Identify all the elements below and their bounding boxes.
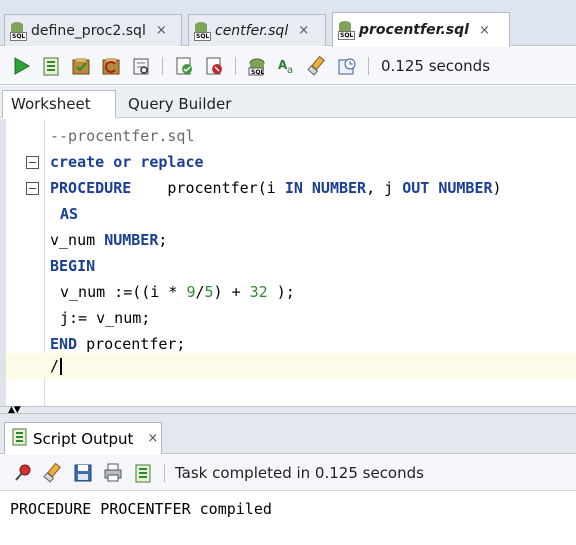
close-icon[interactable]: × bbox=[147, 431, 158, 446]
toolbar-separator bbox=[235, 56, 236, 75]
run-script-icon[interactable] bbox=[40, 55, 62, 77]
code-line-2: − create or replace bbox=[6, 150, 576, 175]
output-toolbar: Task completed in 0.125 seconds bbox=[0, 455, 576, 491]
close-icon[interactable]: × bbox=[156, 23, 167, 38]
output-tab-bar: Script Output × bbox=[0, 414, 576, 454]
comment: --procentfer.sql bbox=[50, 127, 195, 145]
code-line-8: j:= v_num; bbox=[6, 306, 576, 331]
code-line-4: AS bbox=[6, 202, 576, 227]
number: 32 bbox=[249, 283, 268, 301]
close-icon[interactable]: × bbox=[479, 23, 490, 38]
terminator: / bbox=[50, 357, 60, 375]
tab-script-output[interactable]: Script Output × bbox=[4, 422, 162, 454]
tab-procentfer[interactable]: SQL procentfer.sql × bbox=[332, 12, 510, 47]
punctuation: ) bbox=[492, 179, 502, 197]
tab-query-builder[interactable]: Query Builder bbox=[120, 90, 239, 118]
close-icon[interactable]: × bbox=[298, 23, 309, 38]
code-editor[interactable]: --procentfer.sql − create or replace − P… bbox=[0, 119, 576, 406]
identifier: procentfer(i bbox=[167, 179, 285, 197]
code-line-6: BEGIN bbox=[6, 254, 576, 279]
run-statement-icon[interactable] bbox=[10, 55, 32, 77]
punctuation: ; bbox=[158, 231, 168, 249]
tab-label: Script Output bbox=[33, 429, 134, 448]
run-output-icon[interactable] bbox=[132, 462, 154, 484]
text-cursor bbox=[60, 358, 63, 375]
sql-file-icon: SQL bbox=[9, 21, 29, 41]
format-case-icon[interactable]: Aa bbox=[276, 55, 298, 77]
sql-file-icon: SQL bbox=[337, 20, 357, 40]
code-line-7: v_num :=((i * 9/5) + 32 ); bbox=[6, 280, 576, 305]
code-line-5: v_num NUMBER; bbox=[6, 228, 576, 253]
tab-label: centfer.sql bbox=[215, 22, 289, 39]
save-icon[interactable] bbox=[72, 462, 94, 484]
identifier: , j bbox=[366, 179, 403, 197]
keyword: replace bbox=[140, 153, 204, 171]
keyword: or bbox=[113, 153, 132, 171]
worksheet-tab-bar: Worksheet Query Builder bbox=[0, 86, 576, 118]
code-line-10: / bbox=[6, 353, 576, 379]
sql-tuning-icon[interactable] bbox=[203, 55, 225, 77]
worksheet-toolbar: SQL Aa 0.125 seconds bbox=[0, 47, 576, 85]
statement: j:= v_num; bbox=[60, 309, 151, 327]
expression: ); bbox=[267, 283, 295, 301]
keyword: AS bbox=[60, 205, 79, 223]
sql-file-icon: SQL bbox=[193, 21, 213, 41]
expression: v_num :=((i * bbox=[60, 283, 187, 301]
autotrace-icon[interactable] bbox=[130, 55, 152, 77]
task-status: Task completed in 0.125 seconds bbox=[175, 463, 424, 482]
code-line-1: --procentfer.sql bbox=[6, 124, 576, 149]
fold-toggle-icon[interactable]: − bbox=[26, 182, 39, 195]
tab-label: define_proc2.sql bbox=[31, 22, 146, 39]
keyword: NUMBER bbox=[438, 179, 493, 197]
history-icon[interactable] bbox=[336, 55, 358, 77]
code-line-3: − PROCEDURE procentfer(i IN NUMBER, j OU… bbox=[6, 176, 576, 201]
output-line: PROCEDURE PROCENTFER compiled bbox=[10, 500, 272, 518]
keyword: NUMBER bbox=[311, 179, 367, 197]
keyword: BEGIN bbox=[50, 257, 96, 275]
script-output-text: PROCEDURE PROCENTFER compiled bbox=[0, 492, 576, 545]
number: 5 bbox=[204, 283, 214, 301]
explain-plan-icon[interactable] bbox=[173, 55, 195, 77]
tab-label: Query Builder bbox=[128, 95, 232, 113]
pin-icon[interactable] bbox=[12, 462, 34, 484]
clear-output-icon[interactable] bbox=[42, 462, 64, 484]
print-icon[interactable] bbox=[102, 462, 124, 484]
keyword: OUT bbox=[402, 179, 430, 197]
fold-toggle-icon[interactable]: − bbox=[26, 156, 39, 169]
rollback-icon[interactable] bbox=[100, 55, 122, 77]
identifier: procentfer; bbox=[77, 335, 186, 353]
script-output-icon bbox=[11, 428, 29, 450]
toolbar-separator bbox=[162, 56, 163, 75]
keyword: PROCEDURE bbox=[50, 179, 132, 197]
toolbar-separator bbox=[164, 463, 165, 482]
tab-define-proc2[interactable]: SQL define_proc2.sql × bbox=[4, 14, 182, 46]
unshared-sql-icon[interactable]: SQL bbox=[246, 55, 268, 77]
expression: ) + bbox=[213, 283, 250, 301]
commit-icon[interactable] bbox=[70, 55, 92, 77]
panel-splitter[interactable]: ▲▼ bbox=[0, 405, 576, 415]
editor-tab-bar: SQL define_proc2.sql × SQL centfer.sql ×… bbox=[0, 0, 576, 47]
clear-icon[interactable] bbox=[306, 55, 328, 77]
keyword: create bbox=[50, 153, 105, 171]
svg-text:a: a bbox=[287, 65, 293, 76]
keyword: END bbox=[50, 335, 78, 353]
toolbar-separator bbox=[368, 56, 369, 75]
operator: / bbox=[195, 283, 205, 301]
tab-label: Worksheet bbox=[11, 95, 91, 113]
execution-time: 0.125 seconds bbox=[381, 56, 491, 75]
tab-worksheet[interactable]: Worksheet bbox=[2, 90, 116, 118]
tab-centfer[interactable]: SQL centfer.sql × bbox=[188, 14, 326, 46]
identifier: v_num bbox=[50, 231, 105, 249]
keyword: NUMBER bbox=[104, 231, 159, 249]
tab-label: procentfer.sql bbox=[359, 22, 469, 38]
svg-text:SQL: SQL bbox=[251, 69, 264, 76]
keyword: IN bbox=[284, 179, 303, 197]
